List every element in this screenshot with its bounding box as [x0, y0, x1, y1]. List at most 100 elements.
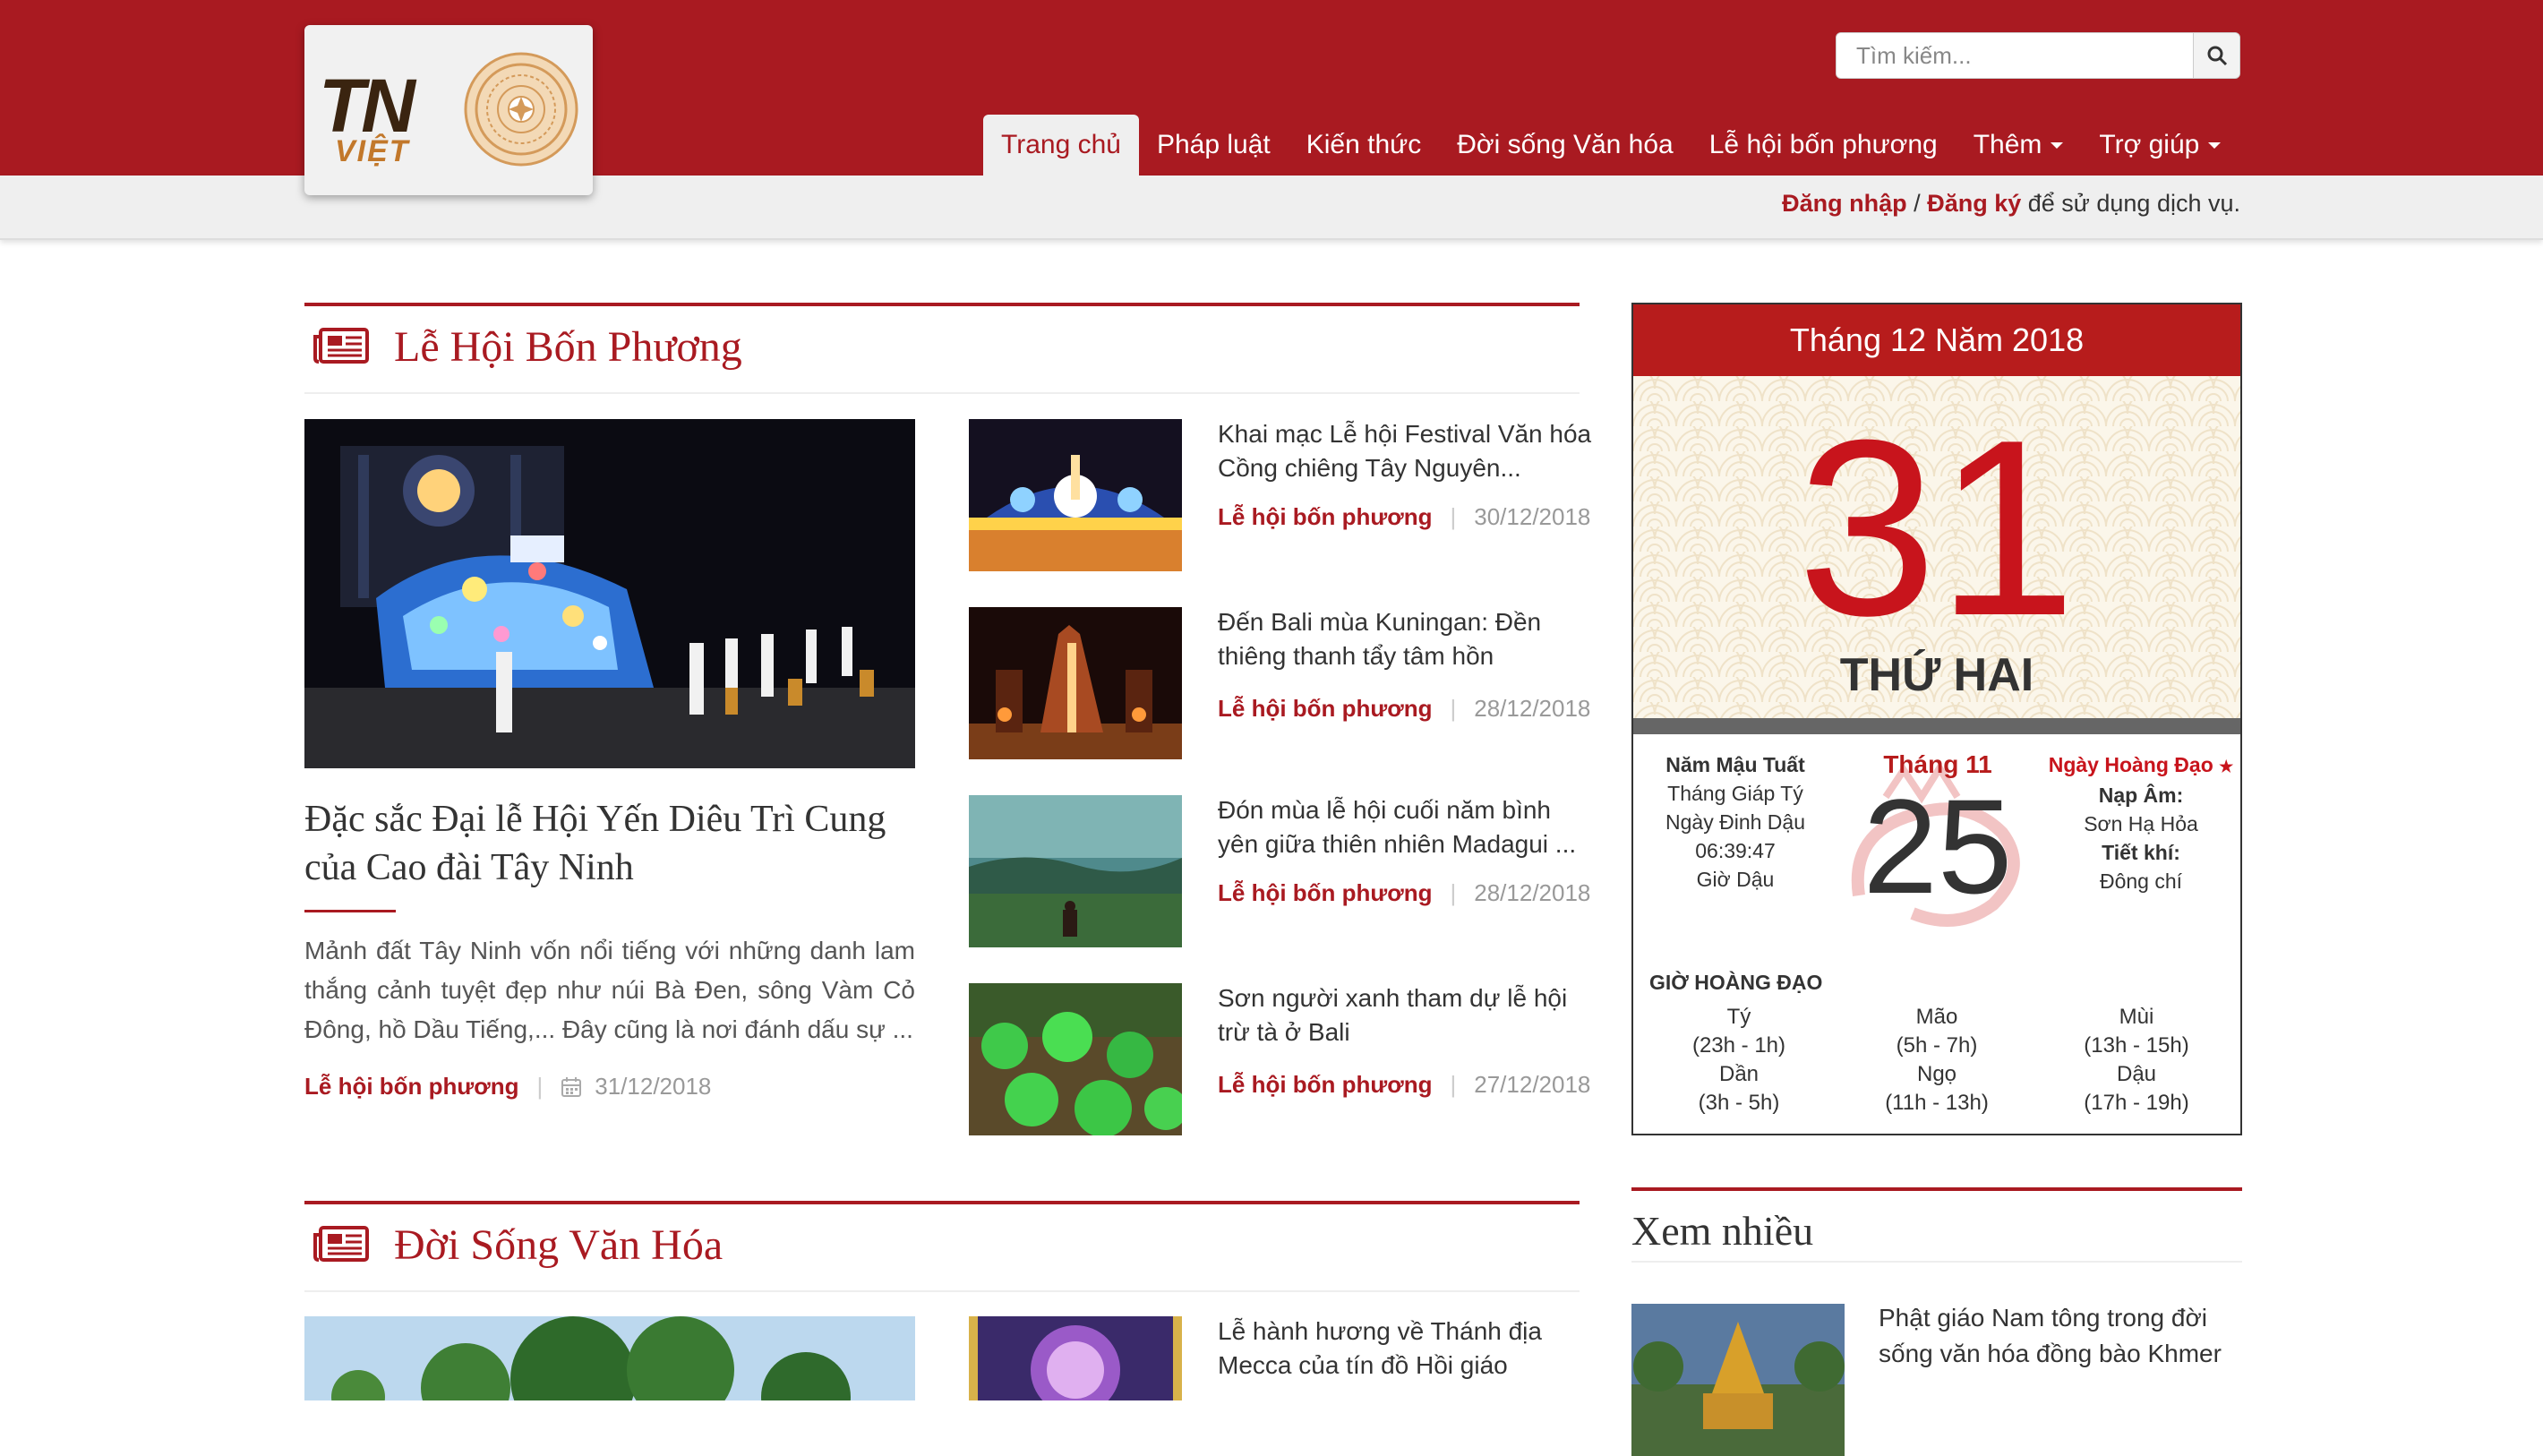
good-day-label: Ngày Hoàng Đạo [2048, 753, 2213, 776]
nav-culture[interactable]: Đời sống Văn hóa [1439, 115, 1691, 176]
nav-knowledge[interactable]: Kiến thức [1289, 115, 1439, 176]
hour-name: Tý [1726, 1005, 1751, 1029]
featured-article-meta: Lễ hội bốn phương | 31/12/2018 [304, 1073, 711, 1101]
caret-down-icon [2051, 141, 2064, 149]
good-hours-column: Tý (23h - 1h) Dần (3h - 5h) [1640, 1003, 1837, 1118]
nav-help-label: Trợ giúp [2099, 130, 2200, 159]
featured-article-image[interactable] [304, 1316, 915, 1400]
section-header-festivals: Lễ Hội Bốn Phương [304, 303, 1580, 394]
article-category-link[interactable]: Lễ hội bốn phương [1218, 1071, 1432, 1099]
caret-down-icon [2208, 141, 2222, 149]
section-title: Đời Sống Văn Hóa [394, 1221, 724, 1269]
article-date: 28/12/2018 [1474, 879, 1591, 906]
most-viewed-header: Xem nhiều [1631, 1187, 2242, 1263]
list-item-meta: Lễ hội bốn phương | 28/12/2018 [1218, 879, 1590, 907]
calendar-divider [1633, 718, 2240, 734]
article-thumbnail[interactable] [969, 419, 1182, 571]
sidebar-article-title[interactable]: Phật giáo Nam tông trong đời sống văn hó… [1879, 1300, 2255, 1372]
search-input[interactable] [1837, 33, 2195, 78]
login-slash: / [1914, 190, 1921, 217]
section-title: Lễ Hội Bốn Phương [394, 323, 742, 371]
nav-culture-label: Đời sống Văn hóa [1457, 130, 1674, 159]
nav-help[interactable]: Trợ giúp [2081, 115, 2239, 176]
hour-range: (5h - 7h) [1896, 1033, 1978, 1058]
calendar-weekday: THỨ HAI [1839, 649, 2034, 701]
meta-separator: | [1450, 695, 1457, 722]
list-item-title[interactable]: Khai mạc Lễ hội Festival Văn hóa Cồng ch… [1218, 417, 1594, 485]
good-hours-column: Mão (5h - 7h) Ngọ (11h - 13h) [1838, 1003, 2035, 1118]
nav-more[interactable]: Thêm [1956, 115, 2082, 176]
article-thumbnail[interactable] [969, 1316, 1182, 1400]
article-category-link[interactable]: Lễ hội bốn phương [1218, 695, 1432, 723]
current-hour-name: Giờ Dậu [1696, 868, 1775, 891]
list-item-title[interactable]: Đón mùa lễ hội cuối năm bình yên giữa th… [1218, 793, 1594, 861]
search-button[interactable] [2193, 33, 2239, 78]
meta-separator: | [1450, 1071, 1457, 1098]
meta-separator: | [1450, 879, 1457, 906]
nav-festivals-label: Lễ hội bốn phương [1708, 130, 1938, 159]
nav-more-label: Thêm [1973, 130, 2042, 159]
nav-home-label: Trang chủ [1001, 130, 1121, 159]
list-item-meta: Lễ hội bốn phương | 30/12/2018 [1218, 503, 1590, 531]
logo-text-viet: VIỆT [335, 134, 410, 168]
meta-separator: | [536, 1073, 544, 1100]
tietkhi-value: Đông chí [2099, 869, 2183, 893]
featured-article-title[interactable]: Đặc sắc Đại lễ Hội Yến Diêu Trì Cung của… [304, 795, 931, 892]
article-category-link[interactable]: Lễ hội bốn phương [1218, 879, 1432, 907]
calendar-icon [561, 1076, 582, 1097]
good-hours-title: GIỜ HOÀNG ĐẠO [1649, 971, 1823, 994]
sidebar-article-thumbnail[interactable] [1631, 1304, 1845, 1456]
article-category-link[interactable]: Lễ hội bốn phương [1218, 503, 1432, 531]
nav-knowledge-label: Kiến thức [1306, 130, 1422, 159]
lunar-info-left: Năm Mậu Tuất Tháng Giáp Tý Ngày Đinh Dậu… [1646, 750, 1825, 894]
article-thumbnail[interactable] [969, 795, 1182, 947]
search-icon [2207, 46, 2227, 66]
login-link[interactable]: Đăng nhập [1782, 190, 1907, 217]
article-date: 28/12/2018 [1474, 695, 1591, 722]
hour-range: (3h - 5h) [1698, 1091, 1780, 1115]
newspaper-icon [313, 1226, 369, 1262]
list-item-title[interactable]: Lễ hành hương về Thánh địa Mecca của tín… [1218, 1315, 1594, 1383]
nav-home[interactable]: Trang chủ [983, 115, 1139, 176]
article-thumbnail[interactable] [969, 607, 1182, 759]
featured-article-image[interactable] [304, 419, 915, 768]
article-date: 27/12/2018 [1474, 1071, 1591, 1098]
main-nav: Trang chủ Pháp luật Kiến thức Đời sống V… [983, 115, 2239, 176]
register-link[interactable]: Đăng ký [1927, 190, 2021, 217]
newspaper-icon [313, 328, 369, 364]
tietkhi-label: Tiết khí: [2102, 841, 2180, 864]
hour-range: (13h - 15h) [2084, 1033, 2189, 1058]
list-item-title[interactable]: Đến Bali mùa Kuningan: Đền thiêng thanh … [1218, 605, 1594, 673]
napam-label: Nạp Âm: [2098, 784, 2184, 807]
nav-law-label: Pháp luật [1156, 130, 1271, 159]
hour-range: (11h - 13h) [1885, 1091, 1989, 1115]
hour-name: Ngọ [1916, 1062, 1957, 1086]
calendar-widget: Tháng 12 Năm 2018 31 THỨ HAI Năm Mậu Tuấ… [1631, 303, 2242, 1135]
most-viewed-title: Xem nhiều [1631, 1208, 1814, 1254]
bronze-drum-icon [464, 52, 578, 167]
lunar-day-name: Ngày Đinh Dậu [1665, 810, 1805, 834]
article-thumbnail[interactable] [969, 983, 1182, 1135]
lunar-info-right: Ngày Hoàng Đạo ★ Nạp Âm: Sơn Hạ Hỏa Tiết… [2042, 750, 2240, 895]
lunar-year: Năm Mậu Tuất [1665, 753, 1805, 776]
calendar-header: Tháng 12 Năm 2018 [1633, 304, 2240, 376]
site-logo[interactable]: TN VIỆT [304, 25, 593, 195]
article-date: 30/12/2018 [1474, 503, 1591, 530]
article-date: 31/12/2018 [595, 1073, 712, 1100]
meta-separator: | [1450, 503, 1457, 530]
hour-name: Dậu [2116, 1062, 2157, 1086]
calendar-day-number: 31 [1797, 389, 2076, 668]
section-header-culture: Đời Sống Văn Hóa [304, 1201, 1580, 1292]
current-time: 06:39:47 [1695, 839, 1776, 862]
hour-name: Dần [1718, 1062, 1760, 1086]
good-hours-column: Mùi (13h - 15h) Dậu (17h - 19h) [2038, 1003, 2235, 1118]
nav-law[interactable]: Pháp luật [1139, 115, 1289, 176]
list-item-title[interactable]: Sơn người xanh tham dự lễ hội trừ tà ở B… [1218, 981, 1594, 1049]
title-underline [304, 910, 396, 912]
nav-festivals[interactable]: Lễ hội bốn phương [1691, 115, 1956, 176]
login-suffix: để sử dụng dịch vụ. [2027, 190, 2240, 217]
article-category-link[interactable]: Lễ hội bốn phương [304, 1073, 518, 1101]
hour-range: (23h - 1h) [1691, 1033, 1786, 1058]
featured-article-description: Mảnh đất Tây Ninh vốn nổi tiếng với nhữn… [304, 937, 915, 1043]
star-icon: ★ [2219, 758, 2234, 775]
